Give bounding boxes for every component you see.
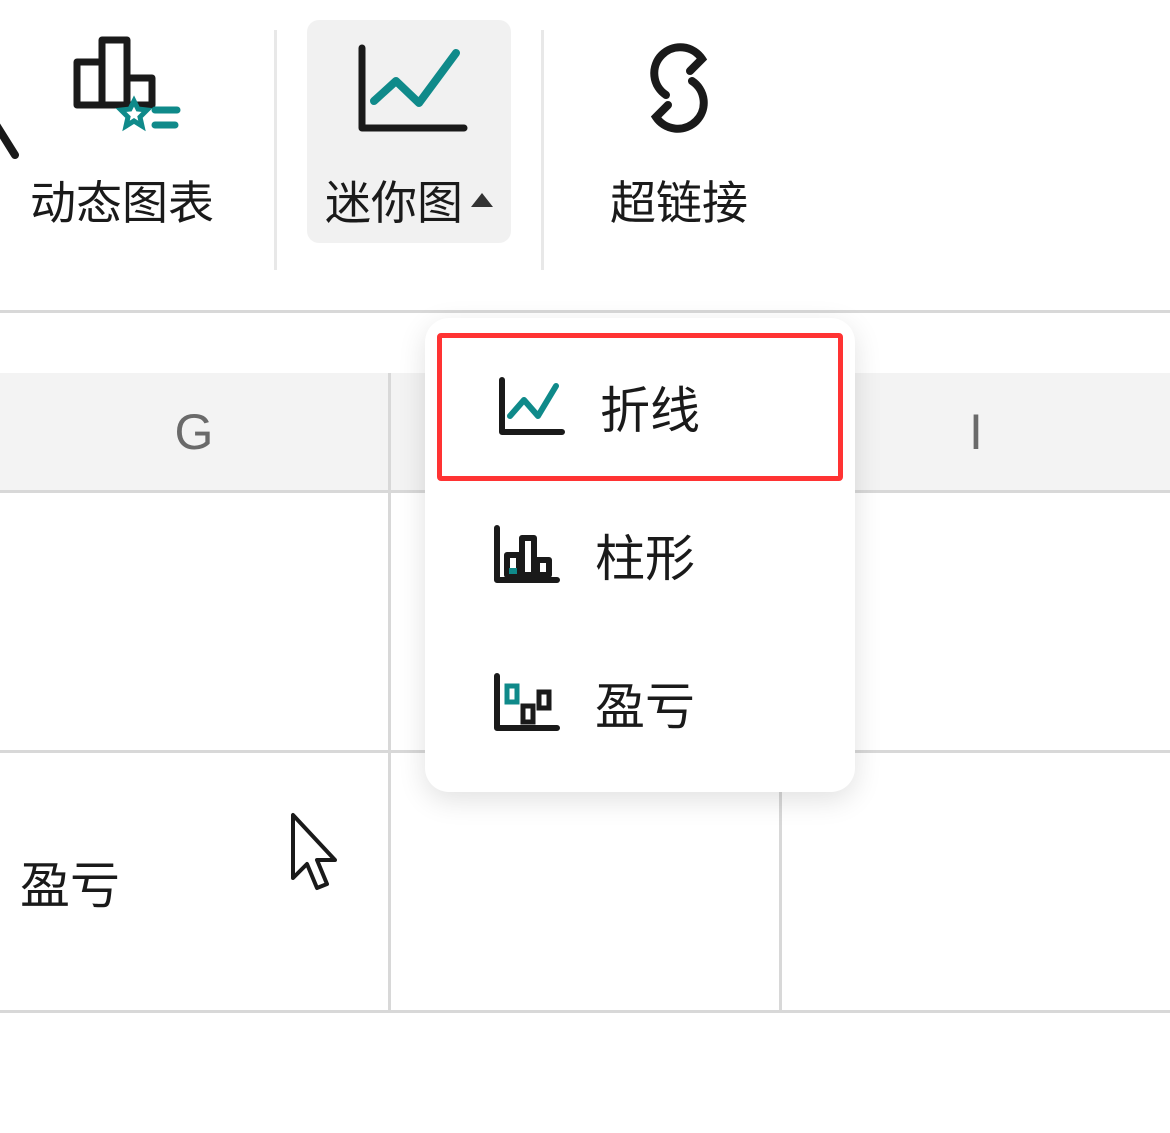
dropdown-item-label: 柱形 — [595, 519, 695, 591]
dynamic-chart-button[interactable]: 动态图表 — [0, 20, 244, 243]
sparkline-dropdown-button[interactable]: 迷你图 — [307, 20, 511, 243]
sparkline-icon — [334, 30, 484, 145]
dropdown-item-label: 盈亏 — [595, 667, 695, 739]
sheet-row: 盈亏 — [0, 753, 1170, 1013]
caret-up-icon — [471, 193, 493, 207]
dynamic-chart-icon — [47, 30, 197, 145]
sparkline-winloss-item[interactable]: 盈亏 — [425, 629, 855, 777]
cell[interactable] — [782, 753, 1170, 1010]
cell[interactable] — [0, 493, 391, 750]
hyperlink-button[interactable]: 超链接 — [574, 20, 784, 243]
hyperlink-label: 超链接 — [610, 167, 748, 233]
sparkline-column-item[interactable]: 柱形 — [425, 481, 855, 629]
dynamic-chart-label: 动态图表 — [30, 167, 214, 233]
sparkline-line-item[interactable]: 折线 — [437, 333, 843, 481]
sparkline-winloss-icon — [485, 668, 565, 738]
sparkline-label: 迷你图 — [325, 167, 493, 233]
sparkline-column-icon — [485, 520, 565, 590]
sparkline-line-icon — [490, 372, 570, 442]
hyperlink-icon — [604, 30, 754, 145]
ribbon-toolbar: 动态图表 迷你图 超链接 — [0, 0, 1170, 313]
toolbar-divider — [274, 30, 277, 270]
sparkline-dropdown-menu: 折线 柱形 — [425, 318, 855, 792]
toolbar-divider — [541, 30, 544, 270]
column-header-g[interactable]: G — [0, 373, 391, 490]
mouse-cursor-icon — [285, 810, 345, 905]
dropdown-item-label: 折线 — [600, 371, 700, 443]
